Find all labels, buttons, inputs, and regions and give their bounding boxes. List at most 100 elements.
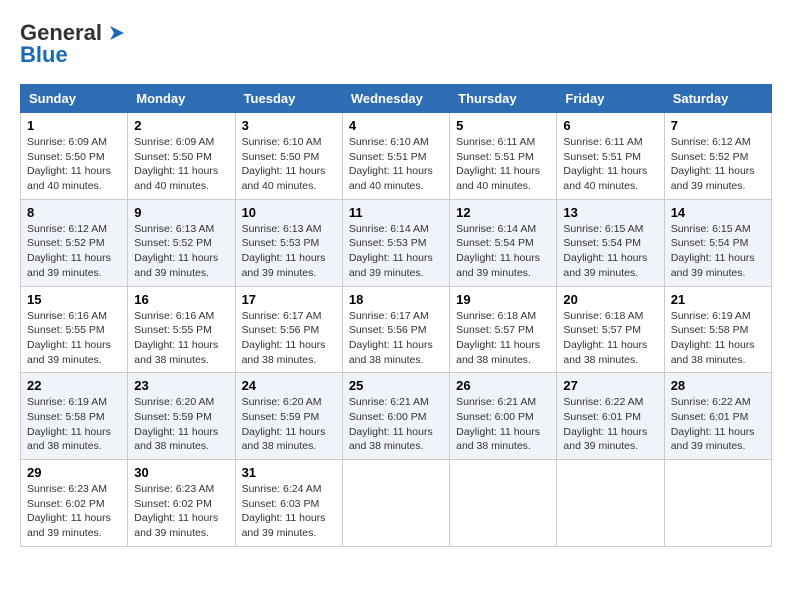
day-info: Sunrise: 6:14 AMSunset: 5:53 PMDaylight:… [349, 223, 433, 279]
calendar-cell: 21 Sunrise: 6:19 AMSunset: 5:58 PMDaylig… [664, 286, 771, 373]
calendar-cell: 13 Sunrise: 6:15 AMSunset: 5:54 PMDaylig… [557, 199, 664, 286]
calendar-cell: 5 Sunrise: 6:11 AMSunset: 5:51 PMDayligh… [450, 113, 557, 200]
calendar-cell: 24 Sunrise: 6:20 AMSunset: 5:59 PMDaylig… [235, 373, 342, 460]
day-number: 16 [134, 292, 228, 307]
calendar-cell: 12 Sunrise: 6:14 AMSunset: 5:54 PMDaylig… [450, 199, 557, 286]
day-info: Sunrise: 6:10 AMSunset: 5:51 PMDaylight:… [349, 136, 433, 192]
calendar-cell: 15 Sunrise: 6:16 AMSunset: 5:55 PMDaylig… [21, 286, 128, 373]
calendar-cell: 28 Sunrise: 6:22 AMSunset: 6:01 PMDaylig… [664, 373, 771, 460]
calendar-cell: 6 Sunrise: 6:11 AMSunset: 5:51 PMDayligh… [557, 113, 664, 200]
calendar-week-4: 22 Sunrise: 6:19 AMSunset: 5:58 PMDaylig… [21, 373, 772, 460]
calendar-cell: 14 Sunrise: 6:15 AMSunset: 5:54 PMDaylig… [664, 199, 771, 286]
day-info: Sunrise: 6:19 AMSunset: 5:58 PMDaylight:… [27, 396, 111, 452]
logo-arrow-icon [106, 22, 128, 44]
weekday-header-monday: Monday [128, 85, 235, 113]
day-number: 18 [349, 292, 443, 307]
day-info: Sunrise: 6:10 AMSunset: 5:50 PMDaylight:… [242, 136, 326, 192]
calendar-cell: 17 Sunrise: 6:17 AMSunset: 5:56 PMDaylig… [235, 286, 342, 373]
day-number: 15 [27, 292, 121, 307]
day-info: Sunrise: 6:09 AMSunset: 5:50 PMDaylight:… [134, 136, 218, 192]
calendar-week-5: 29 Sunrise: 6:23 AMSunset: 6:02 PMDaylig… [21, 460, 772, 547]
day-info: Sunrise: 6:22 AMSunset: 6:01 PMDaylight:… [563, 396, 647, 452]
day-number: 7 [671, 118, 765, 133]
day-number: 25 [349, 378, 443, 393]
day-info: Sunrise: 6:19 AMSunset: 5:58 PMDaylight:… [671, 310, 755, 366]
calendar-cell: 4 Sunrise: 6:10 AMSunset: 5:51 PMDayligh… [342, 113, 449, 200]
page-header: General Blue [20, 20, 772, 68]
day-info: Sunrise: 6:15 AMSunset: 5:54 PMDaylight:… [563, 223, 647, 279]
day-number: 9 [134, 205, 228, 220]
day-number: 13 [563, 205, 657, 220]
day-number: 17 [242, 292, 336, 307]
day-info: Sunrise: 6:16 AMSunset: 5:55 PMDaylight:… [27, 310, 111, 366]
day-info: Sunrise: 6:16 AMSunset: 5:55 PMDaylight:… [134, 310, 218, 366]
day-number: 10 [242, 205, 336, 220]
calendar-cell: 19 Sunrise: 6:18 AMSunset: 5:57 PMDaylig… [450, 286, 557, 373]
calendar-cell: 10 Sunrise: 6:13 AMSunset: 5:53 PMDaylig… [235, 199, 342, 286]
day-info: Sunrise: 6:11 AMSunset: 5:51 PMDaylight:… [563, 136, 647, 192]
day-number: 12 [456, 205, 550, 220]
weekday-header-friday: Friday [557, 85, 664, 113]
calendar-cell: 30 Sunrise: 6:23 AMSunset: 6:02 PMDaylig… [128, 460, 235, 547]
day-info: Sunrise: 6:22 AMSunset: 6:01 PMDaylight:… [671, 396, 755, 452]
day-number: 22 [27, 378, 121, 393]
day-number: 24 [242, 378, 336, 393]
day-number: 14 [671, 205, 765, 220]
calendar-cell: 1 Sunrise: 6:09 AMSunset: 5:50 PMDayligh… [21, 113, 128, 200]
day-number: 4 [349, 118, 443, 133]
calendar-cell: 31 Sunrise: 6:24 AMSunset: 6:03 PMDaylig… [235, 460, 342, 547]
calendar-cell: 16 Sunrise: 6:16 AMSunset: 5:55 PMDaylig… [128, 286, 235, 373]
day-number: 20 [563, 292, 657, 307]
day-number: 31 [242, 465, 336, 480]
calendar-cell: 26 Sunrise: 6:21 AMSunset: 6:00 PMDaylig… [450, 373, 557, 460]
day-info: Sunrise: 6:18 AMSunset: 5:57 PMDaylight:… [563, 310, 647, 366]
day-info: Sunrise: 6:12 AMSunset: 5:52 PMDaylight:… [671, 136, 755, 192]
day-number: 3 [242, 118, 336, 133]
day-number: 11 [349, 205, 443, 220]
calendar-week-1: 1 Sunrise: 6:09 AMSunset: 5:50 PMDayligh… [21, 113, 772, 200]
day-info: Sunrise: 6:21 AMSunset: 6:00 PMDaylight:… [456, 396, 540, 452]
weekday-header-tuesday: Tuesday [235, 85, 342, 113]
calendar-cell: 20 Sunrise: 6:18 AMSunset: 5:57 PMDaylig… [557, 286, 664, 373]
day-number: 5 [456, 118, 550, 133]
logo: General Blue [20, 20, 128, 68]
calendar-cell: 9 Sunrise: 6:13 AMSunset: 5:52 PMDayligh… [128, 199, 235, 286]
day-info: Sunrise: 6:21 AMSunset: 6:00 PMDaylight:… [349, 396, 433, 452]
calendar-cell [450, 460, 557, 547]
day-info: Sunrise: 6:13 AMSunset: 5:52 PMDaylight:… [134, 223, 218, 279]
calendar-week-3: 15 Sunrise: 6:16 AMSunset: 5:55 PMDaylig… [21, 286, 772, 373]
weekday-header-wednesday: Wednesday [342, 85, 449, 113]
day-number: 26 [456, 378, 550, 393]
day-number: 1 [27, 118, 121, 133]
day-number: 21 [671, 292, 765, 307]
day-info: Sunrise: 6:20 AMSunset: 5:59 PMDaylight:… [134, 396, 218, 452]
day-number: 29 [27, 465, 121, 480]
calendar-cell: 3 Sunrise: 6:10 AMSunset: 5:50 PMDayligh… [235, 113, 342, 200]
calendar-cell: 29 Sunrise: 6:23 AMSunset: 6:02 PMDaylig… [21, 460, 128, 547]
calendar-cell: 11 Sunrise: 6:14 AMSunset: 5:53 PMDaylig… [342, 199, 449, 286]
day-info: Sunrise: 6:15 AMSunset: 5:54 PMDaylight:… [671, 223, 755, 279]
day-number: 8 [27, 205, 121, 220]
day-number: 27 [563, 378, 657, 393]
day-info: Sunrise: 6:11 AMSunset: 5:51 PMDaylight:… [456, 136, 540, 192]
day-info: Sunrise: 6:24 AMSunset: 6:03 PMDaylight:… [242, 483, 326, 539]
calendar-cell: 8 Sunrise: 6:12 AMSunset: 5:52 PMDayligh… [21, 199, 128, 286]
day-number: 6 [563, 118, 657, 133]
day-info: Sunrise: 6:13 AMSunset: 5:53 PMDaylight:… [242, 223, 326, 279]
day-number: 28 [671, 378, 765, 393]
weekday-header-saturday: Saturday [664, 85, 771, 113]
calendar-table: SundayMondayTuesdayWednesdayThursdayFrid… [20, 84, 772, 547]
calendar-cell [664, 460, 771, 547]
day-number: 30 [134, 465, 228, 480]
calendar-cell: 2 Sunrise: 6:09 AMSunset: 5:50 PMDayligh… [128, 113, 235, 200]
day-info: Sunrise: 6:23 AMSunset: 6:02 PMDaylight:… [27, 483, 111, 539]
calendar-cell: 23 Sunrise: 6:20 AMSunset: 5:59 PMDaylig… [128, 373, 235, 460]
day-number: 23 [134, 378, 228, 393]
calendar-cell [557, 460, 664, 547]
calendar-week-2: 8 Sunrise: 6:12 AMSunset: 5:52 PMDayligh… [21, 199, 772, 286]
day-info: Sunrise: 6:09 AMSunset: 5:50 PMDaylight:… [27, 136, 111, 192]
day-info: Sunrise: 6:23 AMSunset: 6:02 PMDaylight:… [134, 483, 218, 539]
calendar-cell: 18 Sunrise: 6:17 AMSunset: 5:56 PMDaylig… [342, 286, 449, 373]
weekday-header-thursday: Thursday [450, 85, 557, 113]
day-info: Sunrise: 6:17 AMSunset: 5:56 PMDaylight:… [349, 310, 433, 366]
